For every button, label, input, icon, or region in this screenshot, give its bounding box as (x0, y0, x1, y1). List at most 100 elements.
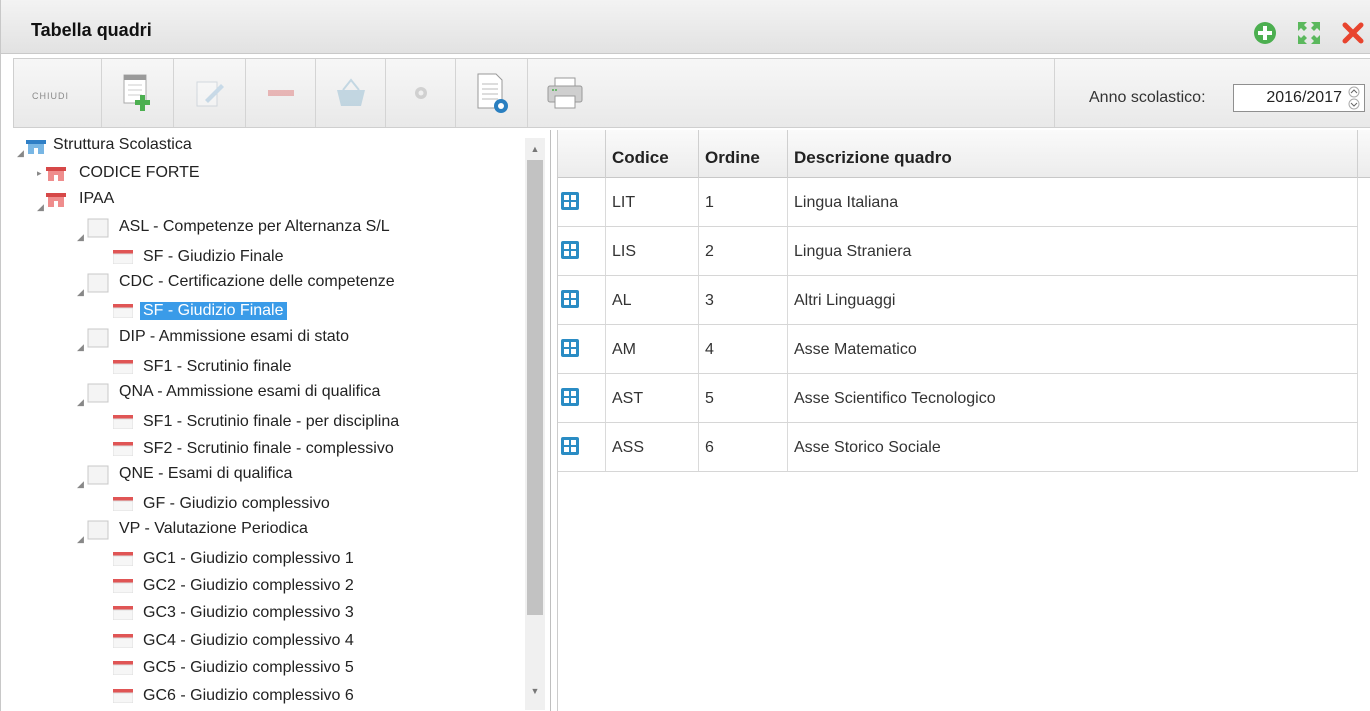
calendar-icon (113, 689, 133, 703)
tree-group[interactable]: ◢ VP - Valutazione Periodica (77, 518, 527, 544)
collapse-arrow-icon[interactable]: ◢ (17, 148, 25, 158)
cell-codice: LIS (606, 227, 699, 275)
print-button[interactable] (528, 59, 602, 127)
table-row[interactable]: AM 4 Asse Matematico (558, 325, 1358, 374)
tree-group-label: QNE - Esami di qualifica (119, 465, 293, 482)
tree-scrollbar[interactable]: ▲ ▼ (525, 138, 545, 710)
header-icon-column (558, 130, 606, 178)
tree-leaf[interactable]: GF - Giudizio complessivo (113, 491, 533, 517)
new-document-icon (123, 74, 150, 111)
row-icon-cell[interactable] (558, 374, 606, 422)
tree-leaf-selected[interactable]: SF - Giudizio Finale (113, 298, 533, 324)
plus-circle-icon[interactable] (1253, 21, 1277, 45)
table-row[interactable]: AL 3 Altri Linguaggi (558, 276, 1358, 325)
grid-detail-icon[interactable] (560, 289, 580, 309)
grid-detail-icon[interactable] (560, 338, 580, 358)
scroll-up-arrow-icon[interactable]: ▲ (529, 144, 541, 154)
cell-ordine: 1 (699, 178, 788, 226)
collapse-arrow-icon[interactable]: ◢ (77, 287, 85, 297)
tree-node-school[interactable]: ▸ CODICE FORTE (37, 162, 517, 188)
grid-detail-icon[interactable] (560, 436, 580, 456)
document-settings-icon (477, 73, 508, 113)
collapse-arrow-icon[interactable]: ◢ (77, 342, 85, 352)
row-icon-cell[interactable] (558, 276, 606, 324)
table-row[interactable]: LIS 2 Lingua Straniera (558, 227, 1358, 276)
collapse-arrow-icon[interactable]: ◢ (37, 202, 45, 212)
cell-codice: AL (606, 276, 699, 324)
header-label: Descrizione quadro (794, 148, 952, 167)
tree-leaf[interactable]: GC6 - Giudizio complessivo 6 (113, 683, 533, 709)
collapse-arrow-icon[interactable]: ◢ (77, 232, 85, 242)
grid-detail-icon[interactable] (560, 387, 580, 407)
spinner-arrows-icon[interactable] (1345, 86, 1363, 110)
tree-leaf[interactable]: SF1 - Scrutinio finale - per disciplina (113, 409, 533, 435)
tree-leaf[interactable]: GC2 - Giudizio complessivo 2 (113, 573, 533, 599)
tree-leaf[interactable]: GC3 - Giudizio complessivo 3 (113, 600, 533, 626)
tree-leaf-label: SF - Giudizio Finale (140, 302, 287, 320)
header-descrizione[interactable]: Descrizione quadro (788, 130, 1358, 178)
tree-root[interactable]: ◢ Struttura Scolastica (17, 134, 517, 160)
tree-leaf-label: GC5 - Giudizio complessivo 5 (143, 659, 354, 676)
tree-group[interactable]: ◢ QNE - Esami di qualifica (77, 463, 527, 489)
tree-leaf-label: SF - Giudizio Finale (143, 248, 284, 265)
close-button[interactable]: CHIUDI (14, 59, 102, 127)
table-row[interactable]: LIT 1 Lingua Italiana (558, 178, 1358, 227)
collapse-arrow-icon[interactable]: ◢ (77, 479, 85, 489)
tree-group[interactable]: ◢ ASL - Competenze per Alternanza S/L (77, 216, 527, 242)
calendar-icon (113, 250, 133, 264)
header-codice[interactable]: Codice (606, 130, 699, 178)
window-title: Tabella quadri (31, 20, 152, 40)
table-row[interactable]: ASS 6 Asse Storico Sociale (558, 423, 1358, 472)
edit-button[interactable] (174, 59, 246, 127)
quadri-grid: Codice Ordine Descrizione quadro LIT 1 L… (557, 130, 1370, 711)
tree-leaf[interactable]: GC1 - Giudizio complessivo 1 (113, 546, 533, 572)
tree-node-label: CODICE FORTE (79, 164, 200, 181)
collapse-arrow-icon[interactable]: ◢ (77, 534, 85, 544)
tree-leaf[interactable]: GC4 - Giudizio complessivo 4 (113, 628, 533, 654)
tree-group[interactable]: ◢ QNA - Ammissione esami di qualifica (77, 381, 527, 407)
row-icon-cell[interactable] (558, 423, 606, 471)
tree-group-label: VP - Valutazione Periodica (119, 520, 308, 537)
school-year-label: Anno scolastico: (1089, 89, 1206, 106)
building-icon (46, 167, 66, 181)
grid-detail-icon[interactable] (560, 191, 580, 211)
cell-codice: LIT (606, 178, 699, 226)
settings-button[interactable] (386, 59, 456, 127)
header-label: Codice (612, 148, 669, 167)
tree-group[interactable]: ◢ DIP - Ammissione esami di stato (77, 326, 527, 352)
collapse-arrow-icon[interactable]: ◢ (77, 397, 85, 407)
tree-node-school[interactable]: ◢ IPAA (37, 188, 517, 214)
tree-leaf-label: GC4 - Giudizio complessivo 4 (143, 632, 354, 649)
grid-detail-icon[interactable] (560, 240, 580, 260)
document-button[interactable] (456, 59, 528, 127)
tree-leaf[interactable]: SF - Giudizio Finale (113, 244, 533, 270)
tree-group[interactable]: ◢ CDC - Certificazione delle competenze (77, 271, 527, 297)
scrollbar-thumb[interactable] (527, 160, 543, 615)
tree-leaf[interactable]: SF2 - Scrutinio finale - complessivo (113, 436, 533, 462)
tree-leaf-label: GC2 - Giudizio complessivo 2 (143, 577, 354, 594)
close-icon[interactable] (1341, 21, 1365, 45)
basket-button[interactable] (316, 59, 386, 127)
new-button[interactable] (102, 59, 174, 127)
expand-arrow-icon[interactable]: ▸ (37, 168, 45, 178)
delete-button[interactable] (246, 59, 316, 127)
school-icon (26, 140, 46, 154)
tree-leaf-label: GC3 - Giudizio complessivo 3 (143, 604, 354, 621)
close-button-label: CHIUDI (32, 91, 69, 101)
row-icon-cell[interactable] (558, 178, 606, 226)
table-row[interactable]: AST 5 Asse Scientifico Tecnologico (558, 374, 1358, 423)
folder-icon (87, 273, 109, 293)
calendar-icon (113, 442, 133, 456)
scroll-down-arrow-icon[interactable]: ▼ (529, 686, 541, 696)
row-icon-cell[interactable] (558, 325, 606, 373)
maximize-icon[interactable] (1297, 21, 1321, 45)
row-icon-cell[interactable] (558, 227, 606, 275)
tree-group-label: CDC - Certificazione delle competenze (119, 273, 395, 290)
edit-icon (196, 81, 224, 107)
cell-descrizione: Asse Storico Sociale (788, 423, 1358, 471)
tree-leaf[interactable]: SF1 - Scrutinio finale (113, 354, 533, 380)
header-ordine[interactable]: Ordine (699, 130, 788, 178)
cell-ordine: 2 (699, 227, 788, 275)
tree-leaf[interactable]: GC5 - Giudizio complessivo 5 (113, 655, 533, 681)
tree-leaf-label: GC6 - Giudizio complessivo 6 (143, 687, 354, 704)
